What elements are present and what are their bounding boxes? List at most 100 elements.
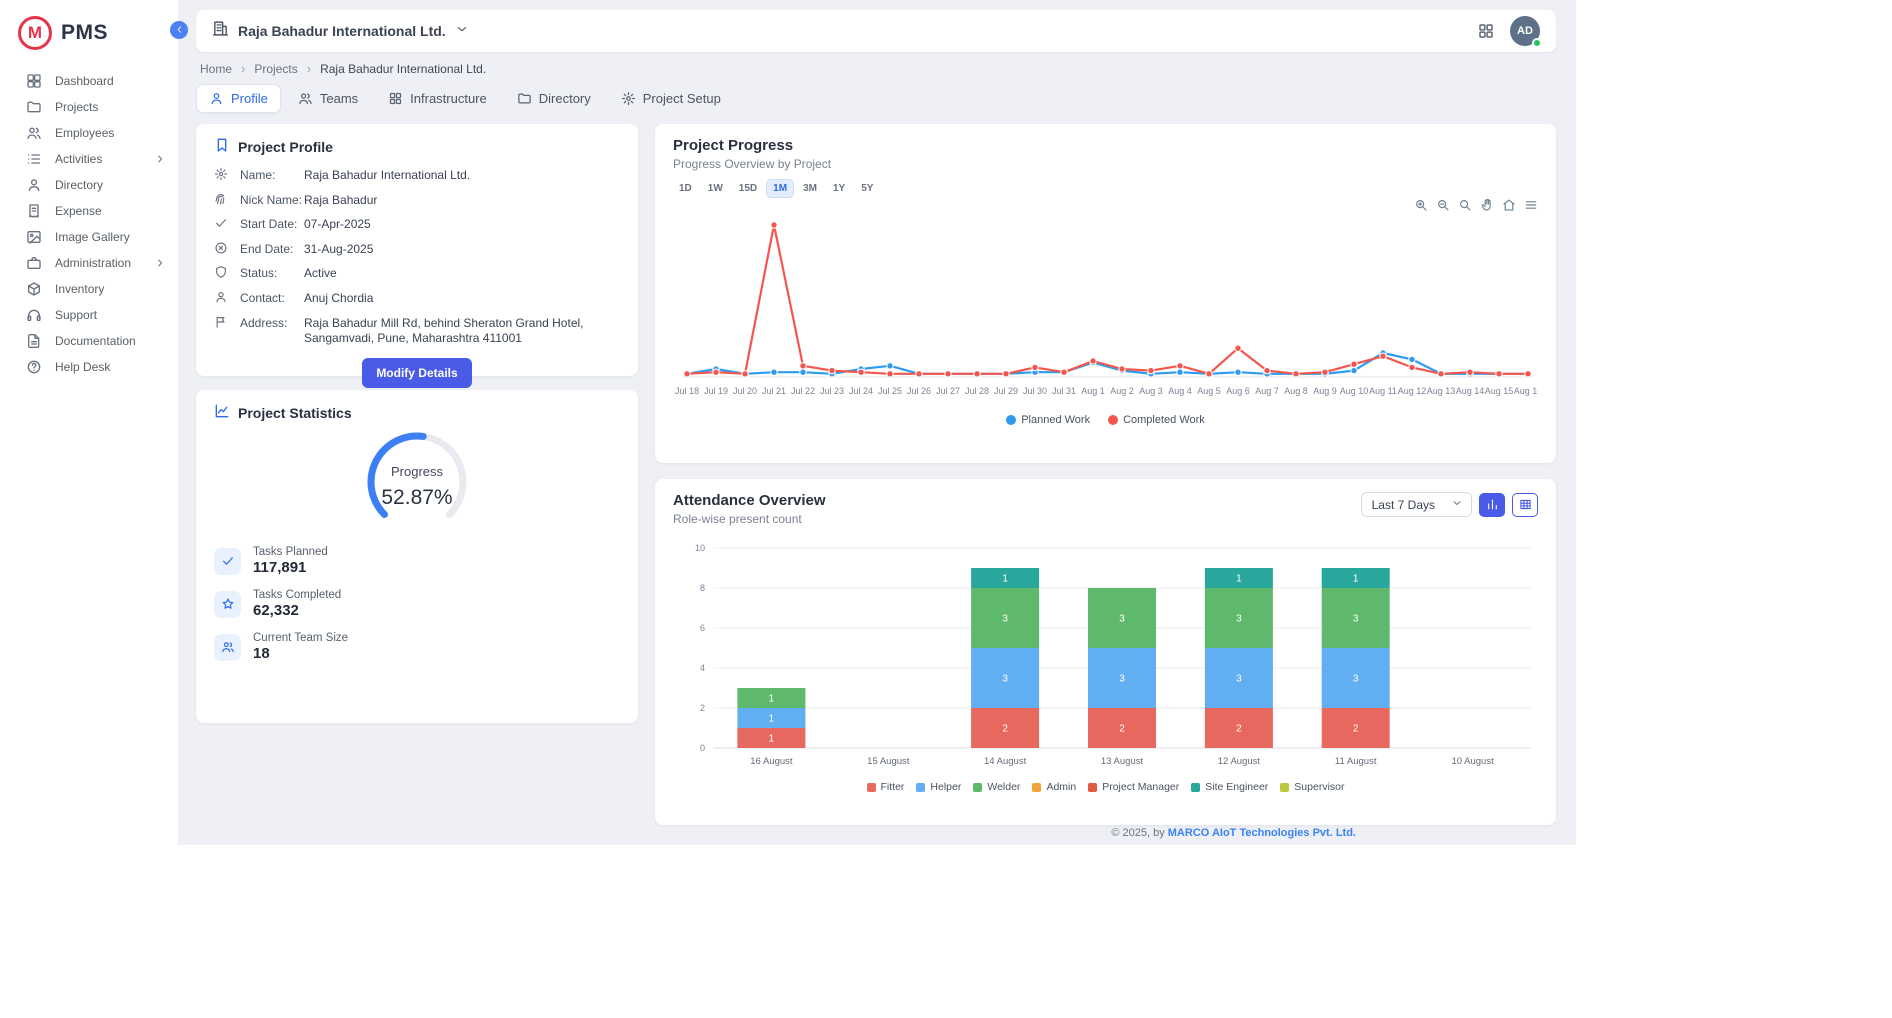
tab-directory[interactable]: Directory [504, 84, 604, 113]
data-point-completed-work [1467, 369, 1473, 375]
attendance-overview-card: Attendance Overview Role-wise present co… [655, 479, 1556, 825]
tab-teams[interactable]: Teams [285, 84, 371, 113]
series-line-completed-work [687, 225, 1528, 374]
attendance-title: Attendance Overview [673, 492, 826, 509]
bar-value-label: 3 [1119, 674, 1125, 685]
x-axis-label: Jul 28 [965, 386, 989, 396]
box-icon [26, 281, 42, 297]
sidebar-item-projects[interactable]: Projects [0, 94, 178, 120]
breadcrumb-item[interactable]: Home [200, 62, 232, 76]
breadcrumb-item[interactable]: Projects [254, 62, 297, 76]
sidebar-item-activities[interactable]: Activities [0, 146, 178, 172]
sidebar-item-inventory[interactable]: Inventory [0, 276, 178, 302]
breadcrumb-separator: › [307, 61, 311, 76]
stat-label: Current Team Size [253, 632, 348, 644]
data-point-completed-work [887, 371, 893, 377]
sidebar-item-documentation[interactable]: Documentation [0, 328, 178, 354]
progress-line-chart[interactable]: Jul 18Jul 19Jul 20Jul 21Jul 22Jul 23Jul … [673, 197, 1538, 407]
sidebar-item-help-desk[interactable]: Help Desk [0, 354, 178, 380]
chart-header: Attendance Overview Role-wise present co… [673, 492, 1538, 526]
modify-details-button[interactable]: Modify Details [362, 358, 471, 388]
stats-list: Tasks Planned117,891Tasks Completed62,33… [214, 546, 620, 662]
sidebar-item-label: Administration [55, 256, 141, 270]
attendance-range-select[interactable]: Last 7 Days [1361, 492, 1472, 517]
legend-admin[interactable]: Admin [1032, 781, 1076, 793]
tab-project-setup[interactable]: Project Setup [608, 84, 734, 113]
tab-profile[interactable]: Profile [196, 84, 281, 113]
apps-grid-icon[interactable] [1477, 22, 1495, 40]
legend-project-manager[interactable]: Project Manager [1088, 781, 1179, 793]
user-avatar[interactable]: AD [1510, 16, 1540, 46]
legend-supervisor[interactable]: Supervisor [1280, 781, 1344, 793]
bar-value-label: 3 [1002, 614, 1008, 625]
legend-planned-work[interactable]: Planned Work [1006, 414, 1090, 426]
breadcrumb-separator: › [241, 61, 245, 76]
stat-tasks-completed: Tasks Completed62,332 [214, 589, 620, 619]
legend-welder[interactable]: Welder [973, 781, 1020, 793]
sidebar-item-image-gallery[interactable]: Image Gallery [0, 224, 178, 250]
attendance-bar-chart[interactable]: 024681011116 August15 August233114 Augus… [673, 532, 1538, 772]
toolbar-zoom-out-button[interactable] [1436, 198, 1450, 212]
toolbar-menu-button[interactable] [1524, 198, 1538, 212]
range-3m[interactable]: 3M [797, 180, 823, 197]
sidebar-collapse-button[interactable] [170, 21, 188, 39]
legend-label: Admin [1046, 781, 1076, 793]
field-label: Address: [240, 315, 304, 330]
y-axis-label: 0 [700, 743, 705, 753]
sidebar-item-employees[interactable]: Employees [0, 120, 178, 146]
sidebar-item-label: Directory [55, 178, 166, 192]
range-15d[interactable]: 15D [733, 180, 763, 197]
y-axis-label: 6 [700, 623, 705, 633]
sidebar-item-support[interactable]: Support [0, 302, 178, 328]
app-logo[interactable]: M PMS [0, 10, 178, 68]
chevron-left-icon [174, 23, 185, 38]
reset-home-icon [1502, 198, 1516, 212]
legend-site-engineer[interactable]: Site Engineer [1191, 781, 1268, 793]
range-1w[interactable]: 1W [702, 180, 729, 197]
range-1m[interactable]: 1M [767, 180, 793, 197]
data-point-completed-work [1177, 363, 1183, 369]
footer-link[interactable]: MARCO AIoT Technologies Pvt. Ltd. [1168, 827, 1356, 839]
sidebar-item-label: Activities [55, 152, 141, 166]
x-axis-label: Aug 4 [1168, 386, 1192, 396]
legend-completed-work[interactable]: Completed Work [1108, 414, 1205, 426]
sidebar-item-directory[interactable]: Directory [0, 172, 178, 198]
field-value: Raja Bahadur Mill Rd, behind Sheraton Gr… [304, 315, 610, 347]
table-view-button[interactable] [1512, 493, 1538, 517]
receipt-icon [26, 203, 42, 219]
sidebar-item-label: Dashboard [55, 74, 166, 88]
toolbar-reset-home-button[interactable] [1502, 198, 1516, 212]
sidebar-item-expense[interactable]: Expense [0, 198, 178, 224]
tab-infrastructure[interactable]: Infrastructure [375, 84, 500, 113]
statistics-card-title: Project Statistics [238, 405, 352, 421]
legend-helper[interactable]: Helper [916, 781, 961, 793]
legend-fitter[interactable]: Fitter [867, 781, 905, 793]
legend-marker [1108, 415, 1118, 425]
data-point-planned-work [771, 369, 777, 375]
breadcrumb-item[interactable]: Raja Bahadur International Ltd. [320, 62, 486, 76]
sidebar-item-label: Expense [55, 204, 166, 218]
help-icon [26, 359, 42, 375]
footer-text: © 2025, by [1111, 827, 1167, 839]
progress-gauge: Progress 52.87% [357, 426, 477, 534]
toolbar-pan-button[interactable] [1480, 198, 1494, 212]
folder-icon [26, 99, 42, 115]
check-icon [221, 554, 235, 568]
range-1y[interactable]: 1Y [827, 180, 851, 197]
legend-label: Site Engineer [1205, 781, 1268, 793]
chart-view-button[interactable] [1479, 493, 1505, 517]
sidebar-item-dashboard[interactable]: Dashboard [0, 68, 178, 94]
x-axis-label: Aug 9 [1313, 386, 1337, 396]
button-row: Modify Details [214, 358, 620, 388]
sidebar-item-label: Support [55, 308, 166, 322]
attendance-controls: Last 7 Days [1361, 492, 1538, 517]
data-point-completed-work [771, 222, 777, 228]
sidebar-item-administration[interactable]: Administration [0, 250, 178, 276]
toolbar-selection-button[interactable] [1458, 198, 1472, 212]
users-icon [26, 125, 42, 141]
company-selector[interactable]: Raja Bahadur International Ltd. [212, 20, 469, 42]
toolbar-zoom-in-button[interactable] [1414, 198, 1428, 212]
chart-header: Project Progress Progress Overview by Pr… [673, 137, 1538, 171]
range-1d[interactable]: 1D [673, 180, 698, 197]
range-5y[interactable]: 5Y [855, 180, 879, 197]
